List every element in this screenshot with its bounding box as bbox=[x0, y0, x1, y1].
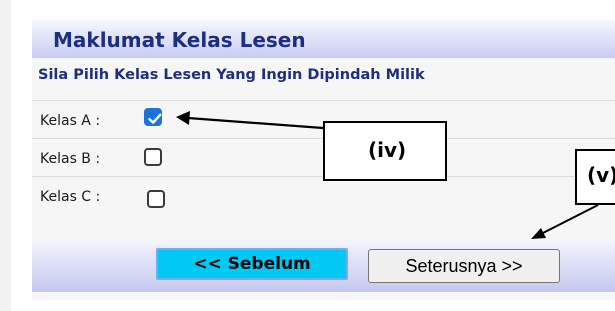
arrow-to-next-button-icon bbox=[531, 204, 599, 239]
annotation-arrows bbox=[176, 111, 599, 239]
arrow-to-checkbox-icon bbox=[176, 111, 324, 130]
